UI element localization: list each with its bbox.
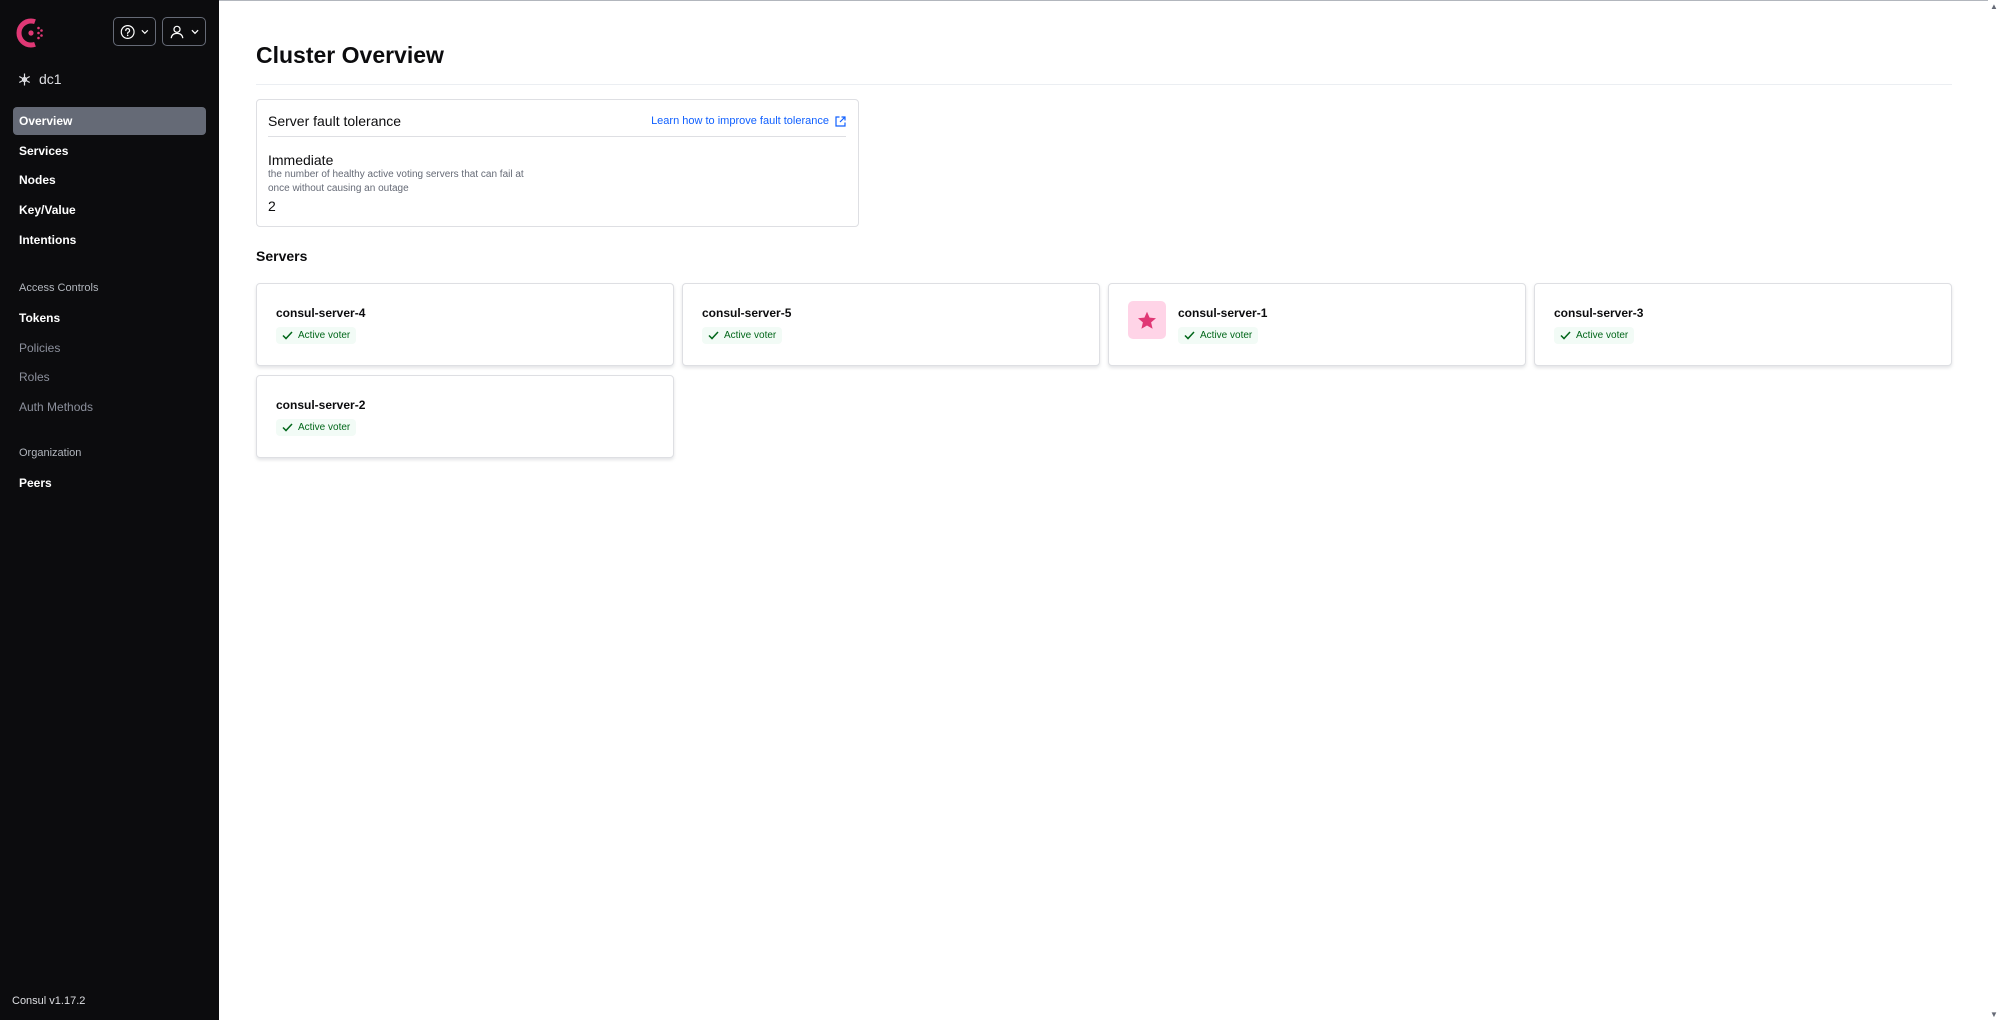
status-badge: Active voter [276,419,357,436]
nav-item-key-value[interactable]: Key/Value [13,196,206,224]
datacenter-icon [19,73,30,85]
fault-tolerance-description: the number of healthy active voting serv… [268,169,524,194]
check-icon [282,423,293,432]
nav-item-overview[interactable]: Overview [13,107,206,135]
help-icon [120,24,135,39]
status-badge-label: Active voter [724,330,777,341]
leader-star-icon [1128,301,1166,339]
scroll-up-arrow-icon[interactable]: ▲ [1990,2,1998,11]
nav-item-auth-methods[interactable]: Auth Methods [13,393,206,421]
status-badge: Active voter [1554,327,1635,344]
server-name: consul-server-5 [702,306,792,320]
nav-item-policies[interactable]: Policies [13,334,206,362]
top-border [219,0,2000,1]
fault-tolerance-level: Immediate [268,152,334,168]
server-name: consul-server-2 [276,398,366,412]
check-icon [1184,331,1195,340]
fault-tolerance-title: Server fault tolerance [268,113,402,129]
datacenter-name: dc1 [39,71,62,87]
status-badge: Active voter [1178,327,1259,344]
nav-item-peers[interactable]: Peers [13,469,206,497]
consul-logo-icon[interactable] [16,18,46,48]
access-controls-heading: Access Controls [19,282,99,294]
scroll-down-arrow-icon[interactable]: ▼ [1990,1010,1998,1019]
organization-heading: Organization [19,447,82,459]
access-controls-nav: Access Controls Tokens Policies Roles Au… [13,274,206,423]
nav-item-roles[interactable]: Roles [13,363,206,391]
learn-fault-tolerance-link-label: Learn how to improve fault tolerance [651,115,829,127]
external-link-icon [835,115,846,127]
learn-fault-tolerance-link[interactable]: Learn how to improve fault tolerance [651,110,846,132]
user-icon [170,25,184,38]
sidebar: dc1 Overview Services Nodes Key/Value In… [0,0,219,1020]
check-icon [708,331,719,340]
nav-item-intentions[interactable]: Intentions [13,226,206,254]
title-divider [256,84,1952,85]
check-icon [1560,331,1571,340]
status-badge-label: Active voter [1200,330,1253,341]
servers-heading: Servers [256,248,308,264]
vertical-scrollbar[interactable] [1988,0,2000,1020]
server-card[interactable]: consul-server-5 Active voter [682,283,1100,366]
status-badge: Active voter [276,327,357,344]
server-card[interactable]: consul-server-4 Active voter [256,283,674,366]
fault-tolerance-header: Server fault tolerance Learn how to impr… [268,110,846,137]
status-badge: Active voter [702,327,783,344]
server-name: consul-server-1 [1178,306,1268,320]
fault-tolerance-value: 2 [268,198,276,214]
datacenter-selector[interactable]: dc1 [18,71,62,87]
primary-nav: Overview Services Nodes Key/Value Intent… [13,107,206,255]
server-card[interactable]: consul-server-2 Active voter [256,375,674,458]
organization-nav: Organization Peers [13,439,206,499]
nav-item-tokens[interactable]: Tokens [13,304,206,332]
check-icon [282,331,293,340]
server-card[interactable]: consul-server-3 Active voter [1534,283,1952,366]
status-badge-label: Active voter [298,422,351,433]
server-card-leader[interactable]: consul-server-1 Active voter [1108,283,1526,366]
chevron-down-icon [141,29,149,34]
nav-item-services[interactable]: Services [13,137,206,165]
status-badge-label: Active voter [1576,330,1629,341]
fault-tolerance-card: Server fault tolerance Learn how to impr… [256,99,859,227]
status-badge-label: Active voter [298,330,351,341]
nav-item-nodes[interactable]: Nodes [13,166,206,194]
product-version: Consul v1.17.2 [12,995,86,1007]
user-menu-button[interactable] [162,17,206,46]
page-title: Cluster Overview [256,42,444,68]
server-name: consul-server-4 [276,306,366,320]
chevron-down-icon [191,29,199,34]
server-name: consul-server-3 [1554,306,1644,320]
help-menu-button[interactable] [113,17,156,46]
